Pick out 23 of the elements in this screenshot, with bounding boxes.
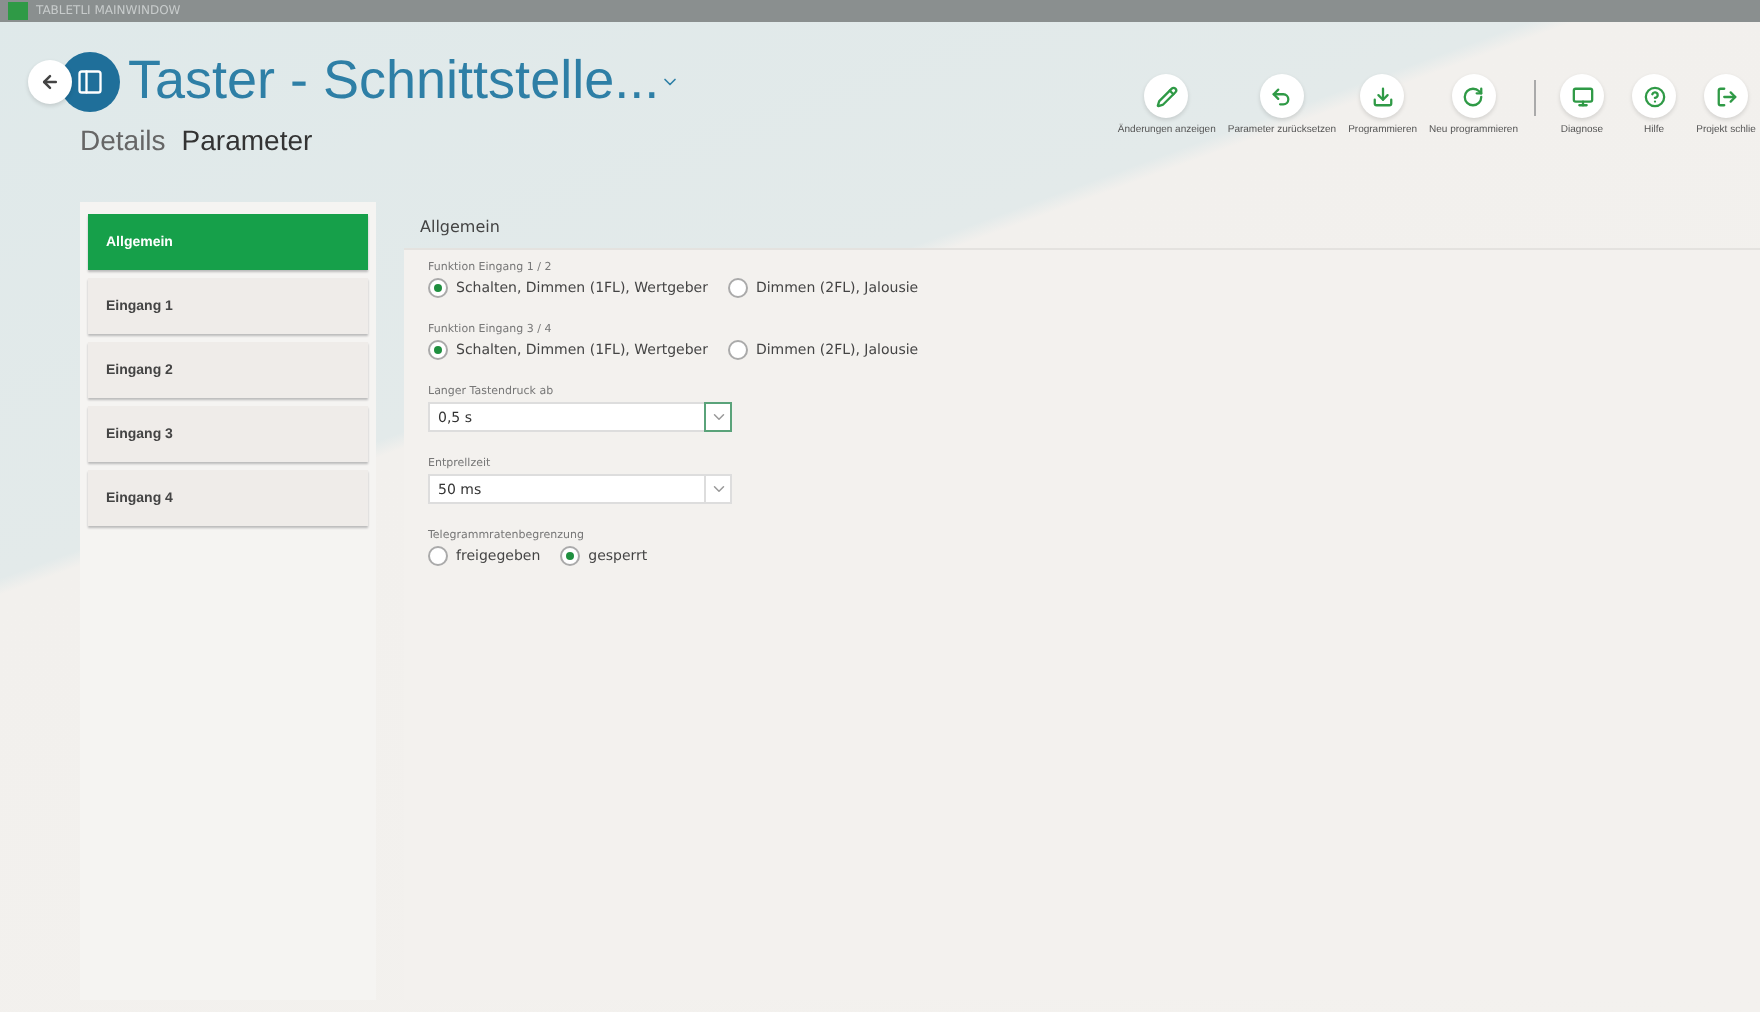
radio-button[interactable] <box>428 340 448 360</box>
undo-arrow-icon <box>1270 85 1293 107</box>
section-title: Allgemein <box>420 218 502 236</box>
arrow-left-icon <box>40 71 60 91</box>
tab[interactable]: Details <box>80 124 166 156</box>
pencil-icon <box>1155 85 1178 107</box>
download-icon <box>1371 85 1394 107</box>
circular-arrow-icon <box>1462 85 1485 107</box>
radio-button[interactable] <box>727 278 748 298</box>
radio-button[interactable] <box>560 546 581 566</box>
app-logo-icon <box>8 2 28 20</box>
radio-button[interactable] <box>428 278 448 298</box>
device-title[interactable]: Taster - Schnittstelle... <box>128 50 660 112</box>
chevron-down-icon <box>709 480 727 498</box>
radio-button[interactable] <box>727 340 748 360</box>
radio-button[interactable] <box>428 546 448 566</box>
panel-icon <box>76 67 104 95</box>
exit-door-icon <box>1715 85 1737 107</box>
help-icon <box>1643 85 1665 107</box>
monitor-icon <box>1571 85 1593 107</box>
back-button[interactable] <box>28 59 72 103</box>
chevron-down-icon <box>709 408 727 426</box>
tab[interactable]: Parameter <box>181 124 313 156</box>
